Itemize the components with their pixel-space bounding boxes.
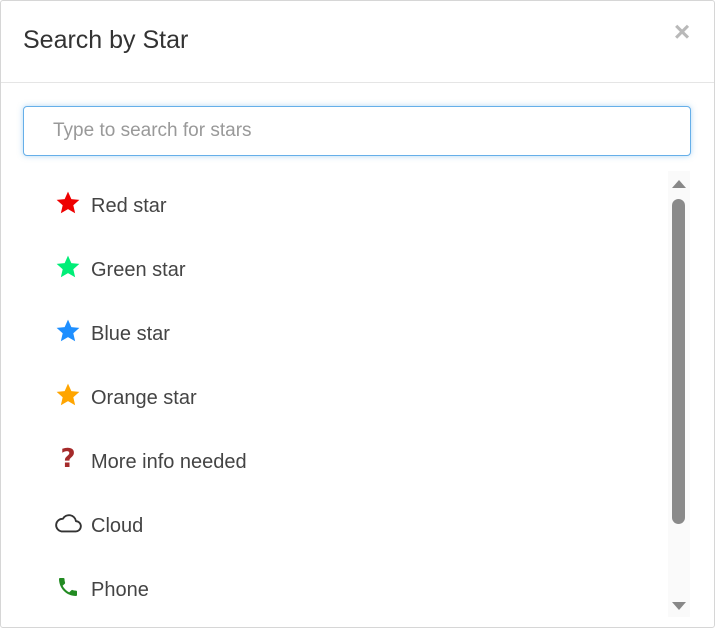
cloud-icon bbox=[54, 509, 82, 537]
list-item-orange-star[interactable]: Orange star bbox=[23, 363, 668, 427]
scroll-thumb[interactable] bbox=[672, 199, 685, 524]
list-item-blue-star[interactable]: Blue star bbox=[23, 299, 668, 363]
star-icon bbox=[54, 189, 82, 217]
dialog-header: Search by Star × bbox=[1, 1, 714, 83]
list-item-more-info-needed[interactable]: ? More info needed bbox=[23, 427, 668, 491]
phone-icon bbox=[54, 573, 82, 601]
dialog-title: Search by Star bbox=[23, 26, 189, 54]
question-icon: ? bbox=[60, 444, 76, 474]
star-icon bbox=[54, 381, 82, 409]
list-item-label: Green star bbox=[91, 259, 186, 281]
list-item-label: Red star bbox=[91, 195, 167, 217]
search-by-star-dialog: Search by Star × Red star Green star Blu… bbox=[0, 0, 715, 628]
search-input[interactable] bbox=[23, 106, 691, 156]
close-button[interactable]: × bbox=[670, 17, 694, 47]
scroll-up-arrow-icon[interactable] bbox=[672, 180, 686, 188]
scroll-down-arrow-icon[interactable] bbox=[672, 602, 686, 610]
star-icon bbox=[54, 317, 82, 345]
list-item-cloud[interactable]: Cloud bbox=[23, 491, 668, 555]
star-list: Red star Green star Blue star Orange sta… bbox=[23, 171, 668, 621]
star-icon bbox=[54, 253, 82, 281]
list-item-label: More info needed bbox=[91, 451, 247, 473]
list-item-label: Blue star bbox=[91, 323, 170, 345]
list-item-phone[interactable]: Phone bbox=[23, 555, 668, 619]
list-item-red-star[interactable]: Red star bbox=[23, 171, 668, 235]
list-item-label: Cloud bbox=[91, 515, 144, 537]
list-scrollbar[interactable] bbox=[668, 171, 690, 617]
list-item-green-star[interactable]: Green star bbox=[23, 235, 668, 299]
list-item-label: Phone bbox=[91, 579, 149, 601]
list-item-label: Orange star bbox=[91, 387, 197, 409]
